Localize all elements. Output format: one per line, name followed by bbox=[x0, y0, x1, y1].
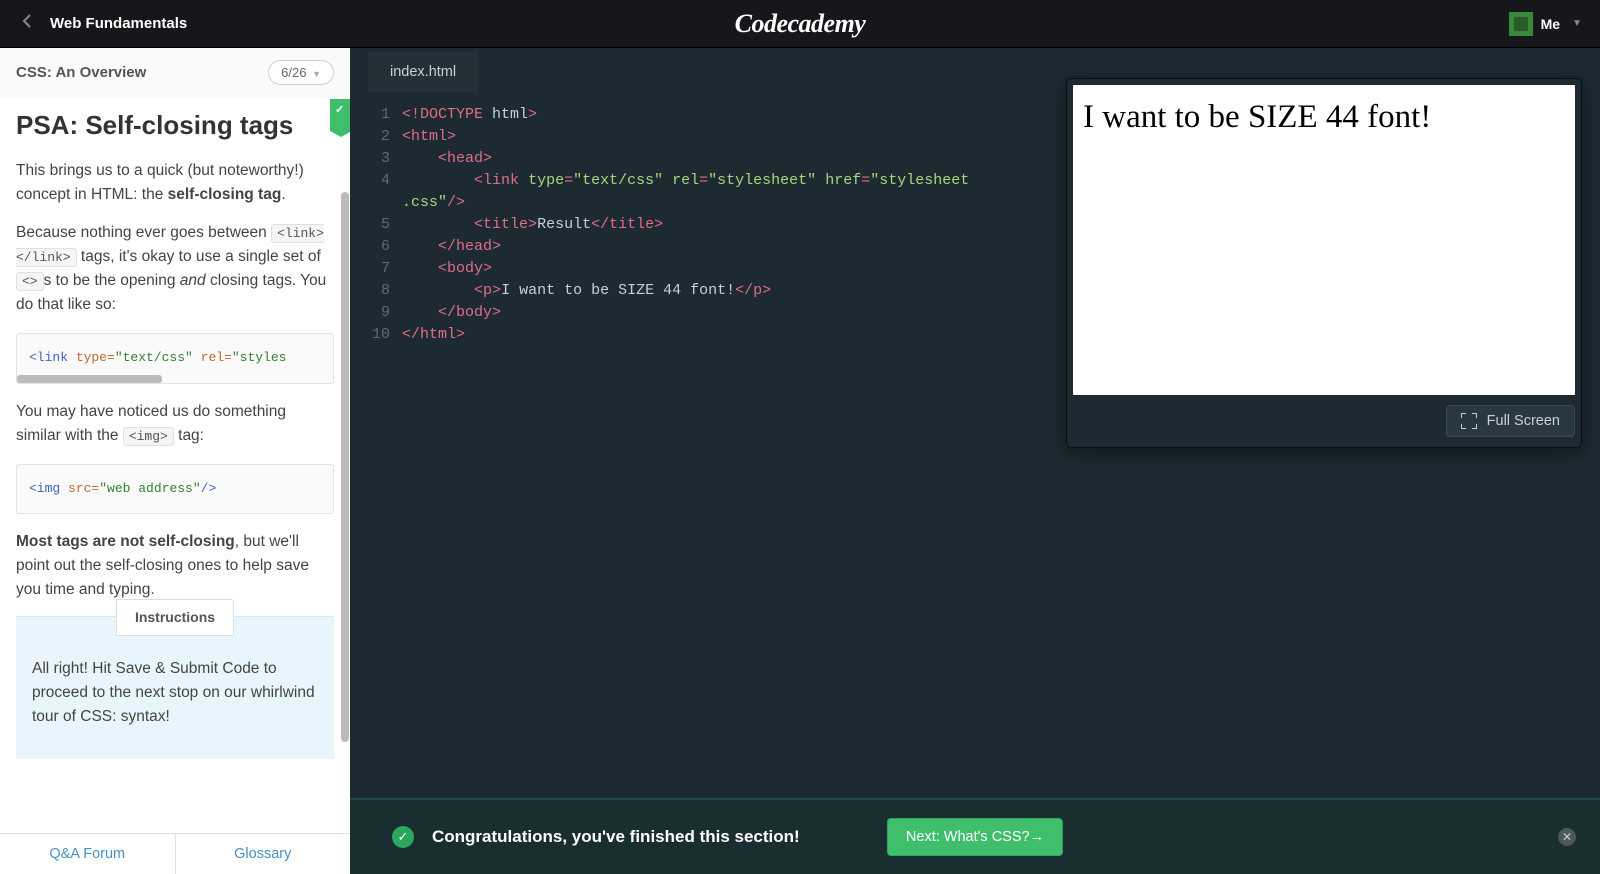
editor-area: index.html 1 2 3 4 5 6 7 8 9 10 <!DOCTYP… bbox=[350, 48, 1600, 874]
preview-frame: I want to be SIZE 44 font! bbox=[1073, 85, 1575, 395]
instructions-box: Instructions All right! Hit Save & Submi… bbox=[16, 616, 334, 759]
logo[interactable]: Codecademy bbox=[735, 9, 866, 38]
code-scrollbar[interactable] bbox=[17, 375, 162, 383]
code-example: <link type="text/css" rel="styles bbox=[16, 333, 334, 383]
inline-code: <img> bbox=[123, 427, 174, 446]
success-banner: ✓ Congratulations, you've finished this … bbox=[350, 798, 1600, 874]
lesson-paragraph: Most tags are not self-closing, but we'l… bbox=[16, 530, 334, 602]
avatar bbox=[1509, 12, 1533, 36]
lesson-paragraph: You may have noticed us do something sim… bbox=[16, 400, 334, 448]
lesson-name[interactable]: CSS: An Overview bbox=[16, 64, 146, 81]
back-arrow-icon[interactable] bbox=[18, 11, 38, 36]
fullscreen-icon bbox=[1461, 413, 1477, 429]
instructions-tab: Instructions bbox=[116, 599, 234, 637]
close-icon[interactable]: ✕ bbox=[1558, 828, 1576, 846]
chevron-down-icon: ▼ bbox=[1572, 18, 1582, 29]
inline-code: <> bbox=[16, 272, 44, 291]
top-bar: Web Fundamentals Codecademy Me ▼ bbox=[0, 0, 1600, 48]
check-circle-icon: ✓ bbox=[392, 826, 414, 848]
lesson-paragraph: This brings us to a quick (but noteworth… bbox=[16, 159, 334, 207]
code-example: <img src="web address"/> bbox=[16, 464, 334, 514]
course-title[interactable]: Web Fundamentals bbox=[50, 15, 187, 32]
me-label: Me bbox=[1541, 16, 1560, 32]
lesson-title: PSA: Self-closing tags ✓ bbox=[16, 105, 334, 145]
next-button[interactable]: Next: What's CSS?→ bbox=[887, 818, 1063, 856]
instructions-text: All right! Hit Save & Submit Code to pro… bbox=[32, 657, 318, 729]
scrollbar-thumb[interactable] bbox=[341, 192, 349, 742]
fullscreen-button[interactable]: Full Screen bbox=[1446, 405, 1575, 437]
editor-file-tab[interactable]: index.html bbox=[368, 52, 478, 92]
glossary-tab[interactable]: Glossary bbox=[175, 834, 351, 874]
completed-ribbon-icon: ✓ bbox=[330, 99, 350, 131]
qa-forum-tab[interactable]: Q&A Forum bbox=[0, 834, 175, 874]
lesson-progress-dropdown[interactable]: 6/26 ▼ bbox=[268, 60, 334, 85]
lesson-paragraph: Because nothing ever goes between <link>… bbox=[16, 221, 334, 317]
user-menu[interactable]: Me ▼ bbox=[1061, 12, 1582, 36]
bottom-tabs: Q&A Forum Glossary bbox=[0, 833, 350, 874]
line-gutter: 1 2 3 4 5 6 7 8 9 10 bbox=[350, 104, 402, 874]
preview-panel: I want to be SIZE 44 font! Full Screen bbox=[1066, 78, 1582, 448]
lesson-panel: CSS: An Overview 6/26 ▼ PSA: Self-closin… bbox=[0, 48, 350, 874]
preview-text: I want to be SIZE 44 font! bbox=[1083, 101, 1565, 134]
